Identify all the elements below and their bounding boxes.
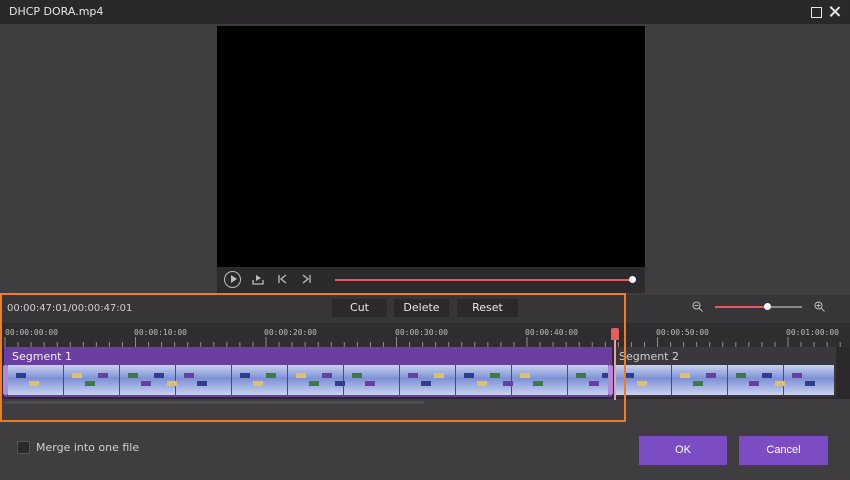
ruler-tick-label: 00:01:00:00 (786, 328, 839, 337)
timeline-track: Segment 1 Segment 2 (0, 347, 850, 399)
filmstrip-thumbnail (456, 365, 513, 395)
ruler-tick-label: 00:00:50:00 (656, 328, 709, 337)
close-icon[interactable] (828, 5, 842, 19)
segment-label: Segment 2 (619, 350, 679, 363)
segment-label: Segment 1 (12, 350, 72, 363)
export-icon[interactable] (251, 272, 265, 286)
filmstrip-thumbnail (784, 365, 834, 395)
playback-progress-bar[interactable] (335, 279, 633, 281)
filmstrip-thumbnail (232, 365, 288, 395)
zoom-slider-knob[interactable] (764, 303, 772, 310)
timeline-ruler[interactable]: 00:00:00:00 00:00:10:00 00:00:20:00 00:0… (0, 323, 850, 347)
delete-button[interactable]: Delete (394, 299, 449, 317)
merge-checkbox[interactable] (17, 441, 30, 454)
video-preview (217, 26, 645, 267)
timeline-scrollbar[interactable] (4, 401, 424, 404)
next-frame-icon[interactable] (300, 272, 312, 286)
filmstrip-thumbnail (616, 365, 672, 395)
cancel-button[interactable]: Cancel (739, 436, 828, 465)
player-controls (217, 267, 645, 293)
filmstrip-thumbnail (64, 365, 120, 395)
segment-start-handle[interactable] (3, 365, 8, 395)
previous-frame-icon[interactable] (277, 272, 289, 286)
ruler-tick-label: 00:00:20:00 (264, 328, 317, 337)
merge-label: Merge into one file (36, 441, 140, 454)
window-title: DHCP DORA.mp4 (9, 5, 104, 18)
reset-button[interactable]: Reset (457, 299, 518, 317)
timecode-display: 00:00:47:01/00:00:47:01 (7, 303, 133, 314)
filmstrip-thumbnail (288, 365, 345, 395)
segment-end-handle[interactable] (608, 365, 613, 395)
ruler-tick-label: 00:00:30:00 (395, 328, 448, 337)
filmstrip-thumbnail (8, 365, 64, 395)
ruler-tick-label: 00:00:10:00 (134, 328, 187, 337)
maximize-icon[interactable] (810, 5, 824, 19)
segment-1[interactable]: Segment 1 (3, 347, 613, 397)
filmstrip-thumbnail (728, 365, 785, 395)
filmstrip-thumbnail (120, 365, 177, 395)
segment-2[interactable]: Segment 2 (616, 347, 836, 397)
title-bar: DHCP DORA.mp4 (0, 0, 850, 24)
playhead-marker[interactable] (611, 328, 619, 340)
filmstrip-thumbnail (344, 365, 400, 395)
zoom-slider-fill (715, 306, 768, 308)
ruler-tick-label: 00:00:40:00 (525, 328, 578, 337)
cut-button[interactable]: Cut (332, 299, 387, 317)
filmstrip-thumbnail (512, 365, 568, 395)
filmstrip-thumbnail (176, 365, 232, 395)
zoom-in-icon[interactable] (814, 301, 825, 312)
video-cutter-window: DHCP DORA.mp4 00:00:47:01/00:00:47:01 Cu… (0, 0, 850, 480)
segment-filmstrip (616, 365, 834, 395)
ruler-tick-label: 00:00:00:00 (5, 328, 58, 337)
edit-toolbar: 00:00:47:01/00:00:47:01 Cut Delete Reset (0, 295, 850, 323)
segment-filmstrip (8, 365, 608, 395)
ok-button[interactable]: OK (639, 436, 727, 465)
playback-progress-knob[interactable] (629, 276, 636, 283)
filmstrip-thumbnail (400, 365, 456, 395)
zoom-out-icon[interactable] (692, 301, 703, 312)
play-icon[interactable] (224, 271, 241, 288)
filmstrip-thumbnail (568, 365, 608, 395)
filmstrip-thumbnail (672, 365, 728, 395)
zoom-slider[interactable] (715, 303, 802, 310)
